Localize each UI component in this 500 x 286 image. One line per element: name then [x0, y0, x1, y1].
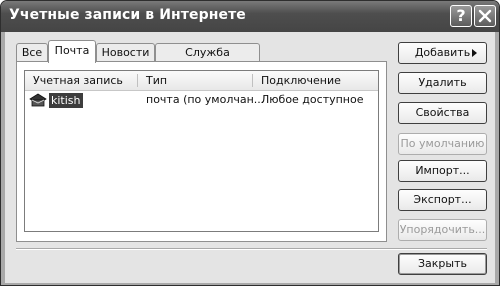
account-name: kitish: [49, 92, 83, 108]
add-button[interactable]: Добавить: [398, 42, 487, 64]
account-connection: Любое доступное: [261, 93, 364, 106]
properties-button[interactable]: Свойства: [398, 102, 487, 124]
window-title: Учетные записи в Интернете: [9, 7, 246, 23]
column-header-type[interactable]: Тип: [138, 71, 252, 90]
import-button[interactable]: Импорт...: [398, 160, 487, 182]
divider: [16, 248, 487, 250]
tab-panel-mail: Учетная запись Тип Подключение kitish по…: [16, 61, 387, 242]
mail-account-icon: [29, 93, 47, 107]
column-header-connection[interactable]: Подключение: [253, 71, 378, 90]
tab-directory-service[interactable]: Служба каталогов: [155, 43, 260, 76]
arrow-right-icon: [472, 49, 477, 57]
remove-button[interactable]: Удалить: [398, 72, 487, 94]
set-default-button[interactable]: По умолчанию: [398, 133, 487, 155]
close-button[interactable]: Закрыть: [398, 253, 487, 275]
tab-mail[interactable]: Почта: [48, 40, 96, 63]
add-button-label: Добавить: [414, 46, 471, 59]
column-header-account[interactable]: Учетная запись: [25, 71, 137, 90]
title-bar[interactable]: Учетные записи в Интернете ?: [1, 1, 499, 32]
account-type: почта (по умолчан...: [146, 93, 265, 106]
account-cell: kitish: [29, 92, 83, 108]
tab-news[interactable]: Новости: [96, 43, 155, 62]
internet-accounts-dialog: Учетные записи в Интернете ? Все Почта Н…: [0, 0, 500, 286]
help-button[interactable]: ?: [450, 5, 472, 27]
list-header: Учетная запись Тип Подключение: [25, 71, 378, 91]
list-item[interactable]: kitish почта (по умолчан... Любое доступ…: [25, 92, 378, 108]
dialog-body: Все Почта Новости Служба каталогов Учетн…: [5, 32, 495, 283]
close-window-button[interactable]: [474, 5, 496, 27]
accounts-list[interactable]: Учетная запись Тип Подключение kitish по…: [24, 70, 379, 232]
export-button[interactable]: Экспорт...: [398, 189, 487, 211]
tab-all[interactable]: Все: [16, 43, 48, 62]
order-button[interactable]: Упорядочить...: [398, 219, 487, 241]
close-icon: [478, 9, 492, 23]
